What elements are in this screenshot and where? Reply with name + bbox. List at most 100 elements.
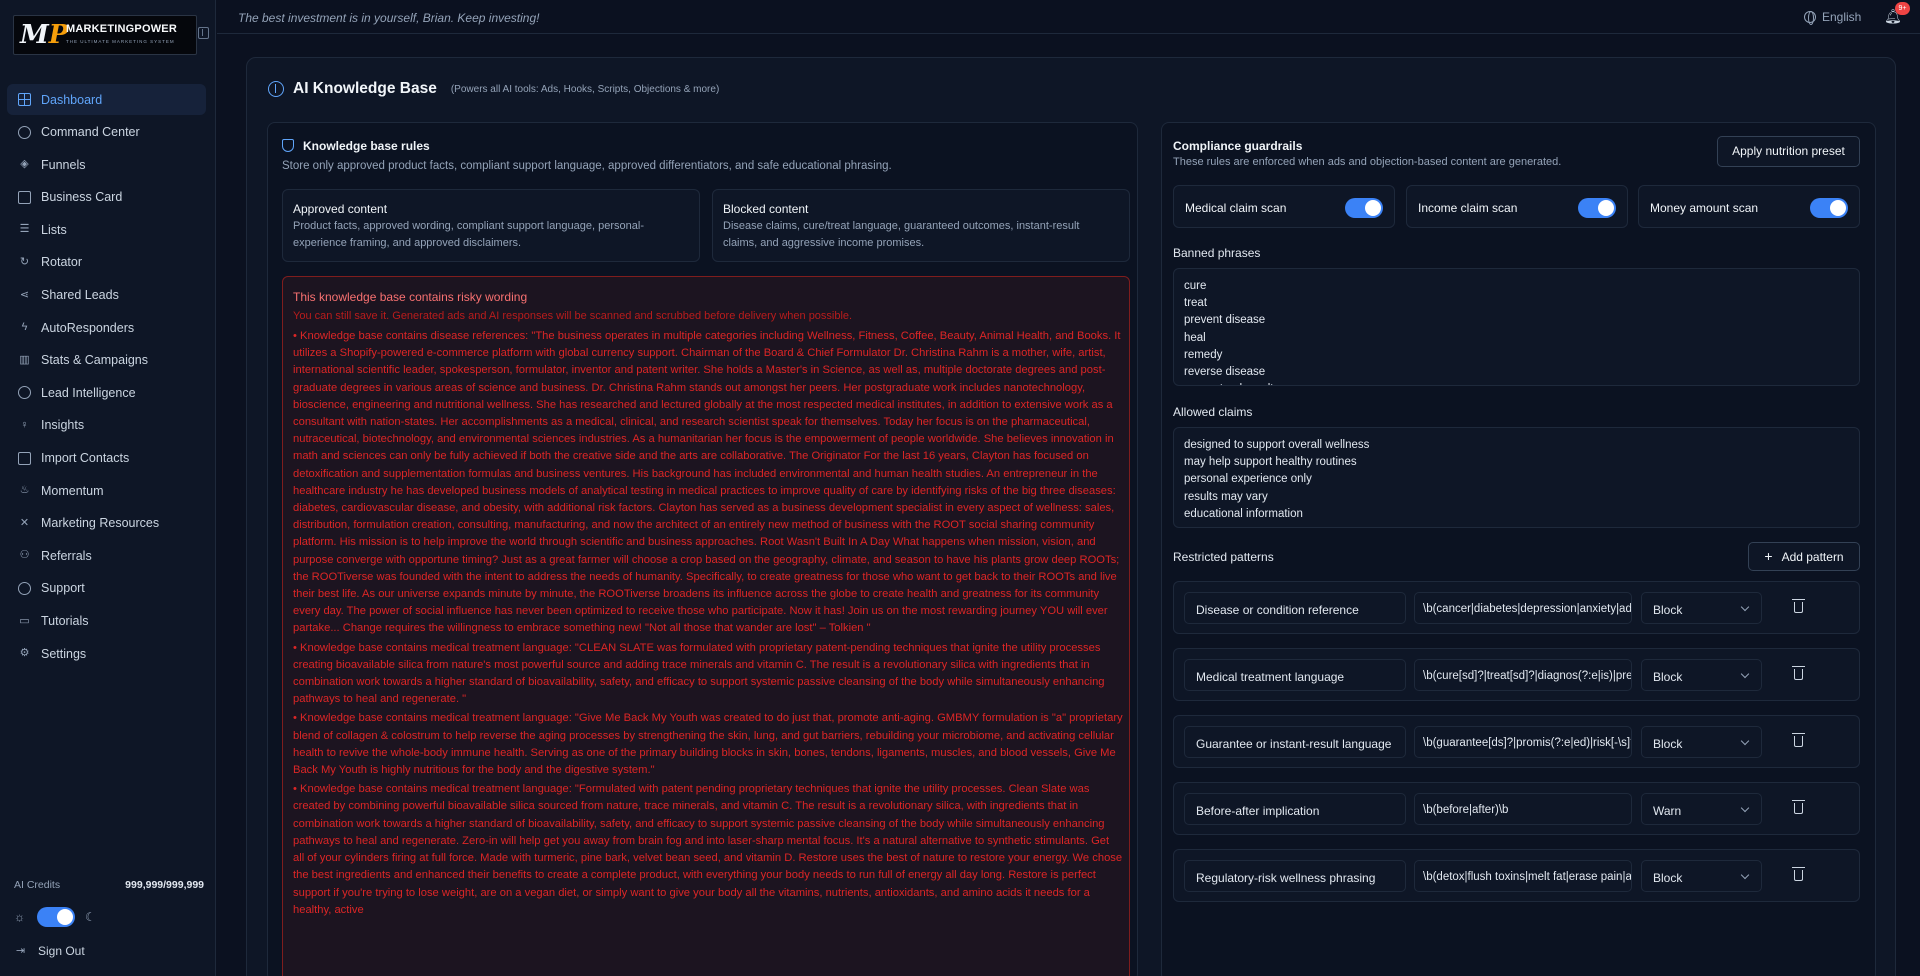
book-icon: ▭ (19, 614, 30, 627)
sidebar-item-momentum[interactable]: ♨ Momentum (7, 475, 206, 506)
alert-items: • Knowledge base contains disease refere… (293, 328, 1123, 921)
bolt-icon: ϟ (21, 321, 28, 334)
pattern-name-input[interactable]: Regulatory-risk wellness phrasing (1184, 860, 1406, 892)
sidebar-collapse-icon[interactable] (198, 27, 209, 39)
income-claim-scan-toggle[interactable] (1578, 198, 1616, 218)
pattern-name-input[interactable]: Disease or condition reference (1184, 592, 1406, 624)
theme-toggle[interactable] (37, 907, 75, 927)
logo-mark-icon: MP (20, 20, 69, 50)
pattern-regex-input[interactable]: \b(detox|flush toxins|melt fat|erase pai… (1414, 860, 1632, 892)
medical-claim-scan-toggle[interactable] (1345, 198, 1383, 218)
compliance-title: Compliance guardrails (1173, 139, 1303, 153)
banned-phrases-textarea[interactable]: cure treat prevent disease heal remedy r… (1173, 268, 1860, 386)
sidebar-item-label: Insights (41, 418, 85, 433)
trash-icon[interactable] (1792, 733, 1805, 747)
risky-wording-alert: This knowledge base contains risky wordi… (282, 276, 1130, 976)
rules-description: Store only approved product facts, compl… (282, 160, 892, 172)
pattern-row: Guarantee or instant-result language \b(… (1173, 715, 1860, 768)
medical-claim-scan: Medical claim scan (1173, 185, 1395, 228)
add-pattern-label: Add pattern (1781, 550, 1844, 564)
add-pattern-button[interactable]: + Add pattern (1748, 542, 1860, 571)
target-icon (18, 125, 31, 139)
trash-icon[interactable] (1792, 800, 1805, 814)
blocked-description: Disease claims, cure/treat language, gua… (723, 220, 1080, 249)
sidebar-item-lists[interactable]: ☰ Lists (7, 214, 206, 245)
sidebar-item-business-card[interactable]: Business Card (7, 182, 206, 213)
logout-icon: ⇥ (15, 944, 26, 957)
pattern-regex-input[interactable]: \b(cancer|diabetes|depression|anxiety|ad… (1414, 592, 1632, 624)
sidebar-item-lead-intelligence[interactable]: Lead Intelligence (7, 377, 206, 408)
notification-badge: 9+ (1895, 2, 1910, 15)
scan-label: Money amount scan (1650, 201, 1759, 215)
blocked-title: Blocked content (723, 202, 809, 216)
pattern-name-input[interactable]: Guarantee or instant-result language (1184, 726, 1406, 758)
sidebar-item-referrals[interactable]: ⚇ Referrals (7, 540, 206, 571)
money-amount-scan: Money amount scan (1638, 185, 1860, 228)
alert-title: This knowledge base contains risky wordi… (293, 290, 528, 304)
import-icon (18, 451, 31, 465)
sidebar-item-support[interactable]: Support (7, 573, 206, 604)
pattern-action-select[interactable]: Warn (1641, 793, 1762, 825)
share-icon: ⋖ (19, 288, 30, 301)
trash-icon[interactable] (1792, 599, 1805, 613)
sidebar-item-label: Shared Leads (41, 288, 119, 303)
credits-value: 999,999/999,999 (125, 879, 204, 891)
sidebar-item-label: Marketing Resources (41, 516, 160, 531)
sidebar-item-insights[interactable]: ♀ Insights (7, 410, 206, 441)
pattern-action-select[interactable]: Block (1641, 659, 1762, 691)
shield-icon (282, 139, 294, 152)
rotate-icon: ↻ (19, 255, 30, 268)
pattern-row: Regulatory-risk wellness phrasing \b(det… (1173, 849, 1860, 902)
pattern-regex-input[interactable]: \b(before|after)\b (1414, 793, 1632, 825)
income-claim-scan: Income claim scan (1406, 185, 1628, 228)
pattern-name-input[interactable]: Medical treatment language (1184, 659, 1406, 691)
sidebar-item-autoresponders[interactable]: ϟ AutoResponders (7, 312, 206, 343)
top-bar: The best investment is in yourself, Bria… (217, 0, 1920, 34)
sidebar-item-stats-campaigns[interactable]: ▥ Stats & Campaigns (7, 345, 206, 376)
logo-subtext: THE ULTIMATE MARKETING SYSTEM (66, 39, 175, 44)
sidebar-item-command-center[interactable]: Command Center (7, 117, 206, 148)
page-subtitle: (Powers all AI tools: Ads, Hooks, Script… (450, 83, 720, 95)
alert-item: • Knowledge base contains medical treatm… (293, 783, 1123, 916)
alert-item: • Knowledge base contains disease refere… (293, 330, 1121, 635)
sidebar-item-label: Funnels (41, 157, 86, 172)
sun-icon: ☼ (14, 910, 25, 924)
trash-icon[interactable] (1792, 867, 1805, 881)
sidebar-item-label: Momentum (41, 483, 104, 498)
sidebar-item-marketing-resources[interactable]: ✕ Marketing Resources (7, 508, 206, 539)
pattern-action-select[interactable]: Block (1641, 726, 1762, 758)
brand-logo[interactable]: MP MARKETINGPOWER THE ULTIMATE MARKETING… (13, 15, 197, 55)
alert-subtitle: You can still save it. Generated ads and… (293, 310, 853, 322)
lifebuoy-icon (18, 581, 31, 595)
sidebar-item-rotator[interactable]: ↻ Rotator (7, 247, 206, 278)
alert-item: • Knowledge base contains medical treatm… (293, 641, 1105, 706)
pattern-regex-input[interactable]: \b(cure[sd]?|treat[sd]?|diagnos(?:e|is)|… (1414, 659, 1632, 691)
sidebar-item-label: Import Contacts (41, 451, 130, 466)
gear-icon: ⚙ (19, 647, 30, 660)
trash-icon[interactable] (1792, 666, 1805, 680)
sidebar-item-settings[interactable]: ⚙ Settings (7, 638, 206, 669)
pattern-regex-input[interactable]: \b(guarantee[ds]?|promis(?:e|ed)|risk[-\… (1414, 726, 1632, 758)
money-amount-scan-toggle[interactable] (1810, 198, 1848, 218)
sidebar-item-import-contacts[interactable]: Import Contacts (7, 443, 206, 474)
alert-item: • Knowledge base contains medical treatm… (293, 712, 1123, 777)
ai-credits: AI Credits 999,999/999,999 (14, 879, 204, 891)
sidebar-item-label: Lead Intelligence (41, 385, 136, 400)
credits-label: AI Credits (14, 879, 61, 891)
pattern-name-input[interactable]: Before-after implication (1184, 793, 1406, 825)
sign-out-button[interactable]: ⇥ Sign Out (14, 944, 85, 958)
sidebar-item-dashboard[interactable]: Dashboard (7, 84, 206, 115)
sidebar-item-label: Tutorials (41, 614, 89, 628)
allowed-claims-textarea[interactable]: designed to support overall wellness may… (1173, 427, 1860, 528)
sidebar-item-shared-leads[interactable]: ⋖ Shared Leads (7, 280, 206, 311)
sidebar-item-tutorials[interactable]: ▭ Tutorials (7, 606, 206, 637)
apply-nutrition-preset-button[interactable]: Apply nutrition preset (1717, 136, 1860, 167)
list-icon: ☰ (19, 223, 30, 236)
scan-label: Medical claim scan (1185, 201, 1287, 215)
pattern-action-select[interactable]: Block (1641, 592, 1762, 624)
sidebar-item-funnels[interactable]: ◈ Funnels (7, 149, 206, 180)
sidebar-item-label: Business Card (41, 190, 123, 205)
flame-icon: ♨ (19, 484, 30, 497)
language-selector[interactable]: English (1804, 10, 1861, 25)
pattern-action-select[interactable]: Block (1641, 860, 1762, 892)
